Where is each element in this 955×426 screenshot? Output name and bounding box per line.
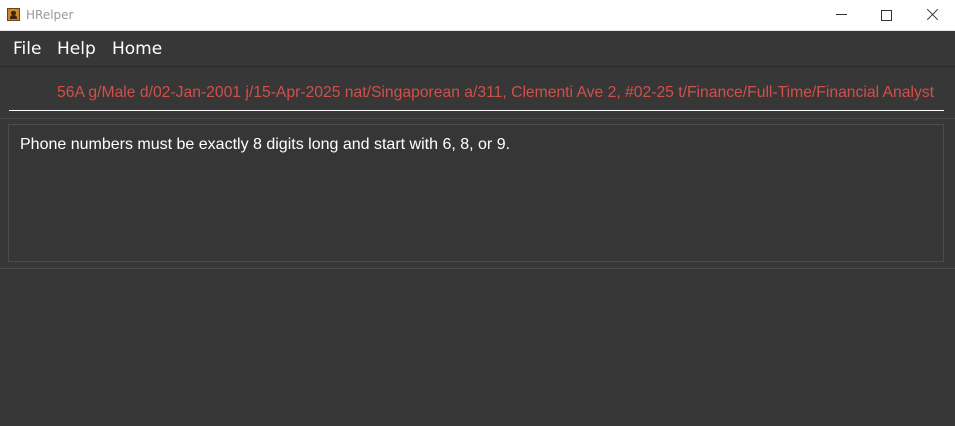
maximize-icon: [881, 10, 892, 21]
command-box-area: 56A g/Male d/02-Jan-2001 j/15-Apr-2025 n…: [0, 67, 955, 119]
menu-bar: File Help Home: [0, 31, 955, 67]
maximize-button[interactable]: [863, 0, 909, 30]
result-display[interactable]: Phone numbers must be exactly 8 digits l…: [8, 124, 944, 262]
menu-home[interactable]: Home: [112, 39, 162, 59]
result-message: Phone numbers must be exactly 8 digits l…: [20, 136, 511, 153]
minimize-icon: [836, 14, 847, 15]
command-input-text: 56A g/Male d/02-Jan-2001 j/15-Apr-2025 n…: [57, 84, 934, 101]
window-title: HRelper: [26, 8, 74, 22]
menu-file[interactable]: File: [13, 39, 41, 59]
command-input[interactable]: 56A g/Male d/02-Jan-2001 j/15-Apr-2025 n…: [9, 77, 944, 111]
title-bar[interactable]: HRelper: [0, 0, 955, 31]
app-window: HRelper File Help Home 56A g/Male d/02-J…: [0, 0, 955, 426]
close-icon: [926, 8, 939, 21]
employee-list-panel: [0, 269, 955, 426]
minimize-button[interactable]: [818, 0, 864, 30]
close-button[interactable]: [909, 0, 955, 30]
menu-help[interactable]: Help: [57, 39, 96, 59]
result-display-area: Phone numbers must be exactly 8 digits l…: [0, 119, 955, 269]
app-icon: [7, 8, 20, 21]
